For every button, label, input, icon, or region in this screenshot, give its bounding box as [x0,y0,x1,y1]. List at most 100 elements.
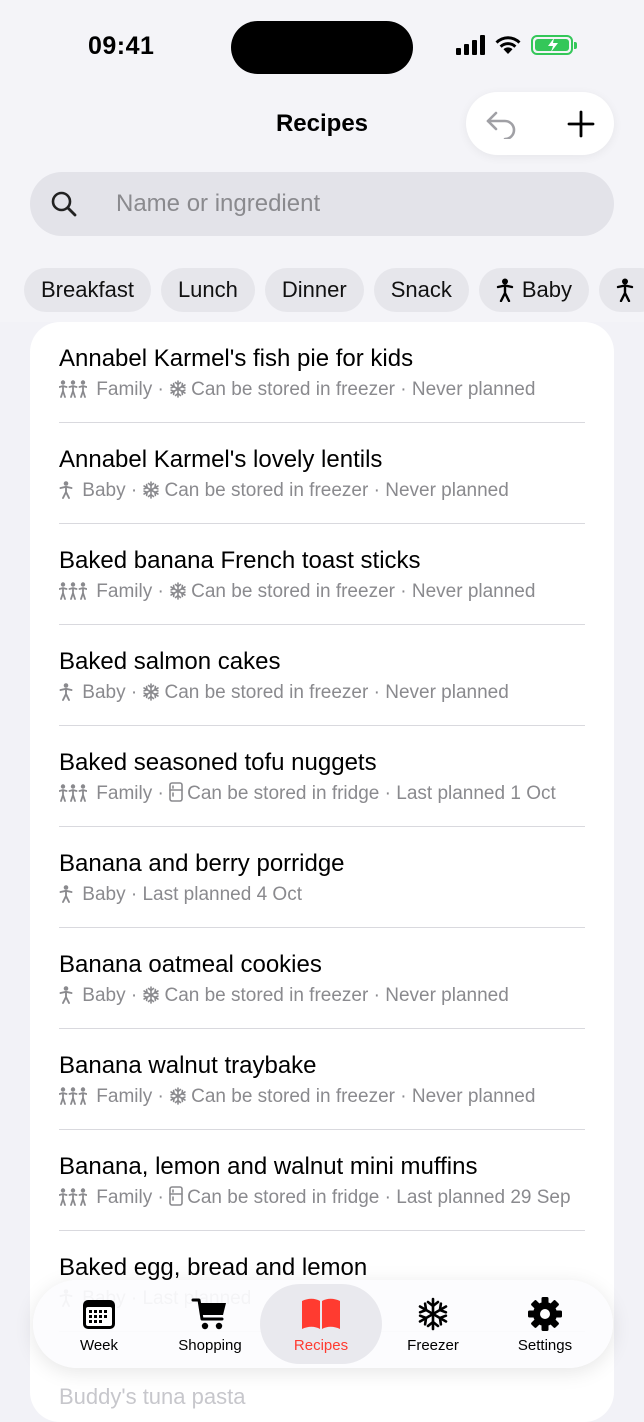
search-bar[interactable] [30,172,614,236]
cart-icon [191,1298,226,1330]
recipe-row[interactable]: Baked seasoned tofu nuggets Family · Can… [30,726,614,827]
recipe-row[interactable]: Banana, lemon and walnut mini muffins Fa… [30,1130,614,1231]
tab-freezer[interactable]: Freezer [378,1280,488,1368]
tab-week[interactable]: Week [44,1280,154,1368]
family-icon [58,1188,88,1206]
recipe-title: Banana, lemon and walnut mini muffins [59,1153,478,1180]
recipe-audience: Family [96,379,153,400]
baby-icon [59,481,73,499]
recipe-audience: Baby [82,682,126,703]
recipe-title: Baked banana French toast sticks [59,547,421,574]
battery-icon [531,34,577,55]
filter-snack[interactable]: Snack [373,268,469,312]
tab-shopping[interactable]: Shopping [155,1280,265,1368]
recipe-title: Annabel Karmel's lovely lentils [59,446,383,473]
snowflake-icon [418,1297,448,1331]
recipe-meta: Baby · Can be stored in freezer · Never … [59,982,585,1010]
filter-lunch[interactable]: Lunch [160,268,255,312]
add-recipe-button[interactable] [561,104,601,144]
recipe-storage: Can be stored in freezer [191,581,395,602]
filter-baby[interactable]: Baby [478,268,590,312]
dynamic-island [231,21,413,74]
recipe-list: Annabel Karmel's fish pie for kids Famil… [30,322,614,1422]
undo-button[interactable] [481,104,521,144]
recipe-row[interactable]: Annabel Karmel's fish pie for kids Famil… [30,322,614,423]
plus-icon [567,110,595,138]
recipe-storage: Can be stored in freezer [191,1086,395,1107]
recipe-last-planned: Last planned 4 Oct [142,884,302,905]
snowflake-icon [170,582,186,600]
tab-settings[interactable]: Settings [490,1280,600,1368]
recipe-meta: Baby · Last planned 4 Oct [59,881,585,909]
filter-breakfast[interactable]: Breakfast [24,268,151,312]
tab-week-label: Week [79,1337,119,1354]
recipe-meta: Family · Can be stored in fridge · Last … [58,780,585,808]
recipe-title: Banana oatmeal cookies [59,951,322,978]
recipe-last-planned: Last planned 29 Sep [396,1187,571,1208]
status-indicators [456,34,577,55]
recipe-row[interactable]: Banana walnut traybake Family · Can be s… [30,1029,614,1130]
tab-settings-label: Settings [517,1337,573,1354]
recipe-audience: Family [96,1187,153,1208]
recipe-meta: Baby · Can be stored in freezer · Never … [59,477,585,505]
family-icon [58,784,88,802]
recipe-row[interactable]: Baked banana French toast sticks Family … [30,524,614,625]
tab-recipes[interactable]: Recipes [260,1284,382,1364]
book-icon [302,1298,340,1329]
recipe-audience: Family [96,581,153,602]
signal-icon [456,34,485,55]
tab-freezer-label: Freezer [407,1337,459,1354]
recipe-meta: Baby · Can be stored in freezer · Never … [59,679,585,707]
snowflake-icon [143,481,160,499]
search-icon [51,191,77,217]
filter-baby-label: Baby [521,277,573,302]
status-time: 09:41 [88,32,155,60]
recipe-meta: Family · Can be stored in freezer · Neve… [58,376,585,404]
recipe-audience: Family [96,783,153,804]
recipe-storage: Can be stored in freezer [191,379,395,400]
calendar-icon [83,1300,115,1329]
recipe-last-planned: Never planned [411,379,536,400]
recipe-audience: Baby [82,985,126,1006]
recipe-last-planned: Last planned 1 Oct [396,783,556,804]
filter-chips: Breakfast Lunch Dinner Snack Baby [24,268,644,312]
recipe-title: Annabel Karmel's fish pie for kids [59,345,414,372]
recipe-title: Banana walnut traybake [59,1052,317,1079]
gear-icon [528,1297,562,1331]
recipe-audience: Baby [82,884,126,905]
recipe-row[interactable]: Baked salmon cakes Baby · Can be stored … [30,625,614,726]
recipe-row[interactable]: Banana and berry porridge Baby · Last pl… [30,827,614,928]
recipe-title: Baked egg, bread and lemon [59,1254,368,1281]
recipe-last-planned: Never planned [411,1086,536,1107]
tab-shopping-label: Shopping [178,1337,242,1354]
family-icon [58,582,88,600]
filter-dinner[interactable]: Dinner [264,268,364,312]
snowflake-icon [170,380,186,398]
baby-icon [59,986,73,1004]
recipe-row[interactable]: Annabel Karmel's lovely lentils Baby · C… [30,423,614,524]
tab-bar: Week Shopping Recipes Freezer Settings [33,1280,613,1368]
baby-icon [59,885,73,903]
recipe-row[interactable]: Banana oatmeal cookies Baby · Can be sto… [30,928,614,1029]
snowflake-icon [170,1087,186,1105]
snowflake-icon [143,683,160,701]
recipe-title: Baked salmon cakes [59,648,281,675]
recipe-meta: Family · Can be stored in freezer · Neve… [58,578,585,606]
recipe-last-planned: Never planned [411,581,536,602]
recipe-storage: Can be stored in fridge [187,1187,380,1208]
fridge-icon [169,782,183,802]
recipe-audience: Baby [82,480,126,501]
filter-more[interactable] [599,268,644,312]
undo-icon [486,111,516,139]
recipe-audience: Family [96,1086,153,1107]
search-input[interactable] [116,184,586,224]
family-icon [58,1087,88,1105]
family-icon [58,380,88,398]
peek-recipe-title: Buddy's tuna pasta [59,1384,246,1409]
snowflake-icon [143,986,160,1004]
recipe-meta: Family · Can be stored in fridge · Last … [58,1184,585,1212]
recipe-storage: Can be stored in freezer [164,480,369,501]
person-icon [616,278,634,302]
baby-icon [59,683,73,701]
recipe-last-planned: Never planned [385,480,509,501]
